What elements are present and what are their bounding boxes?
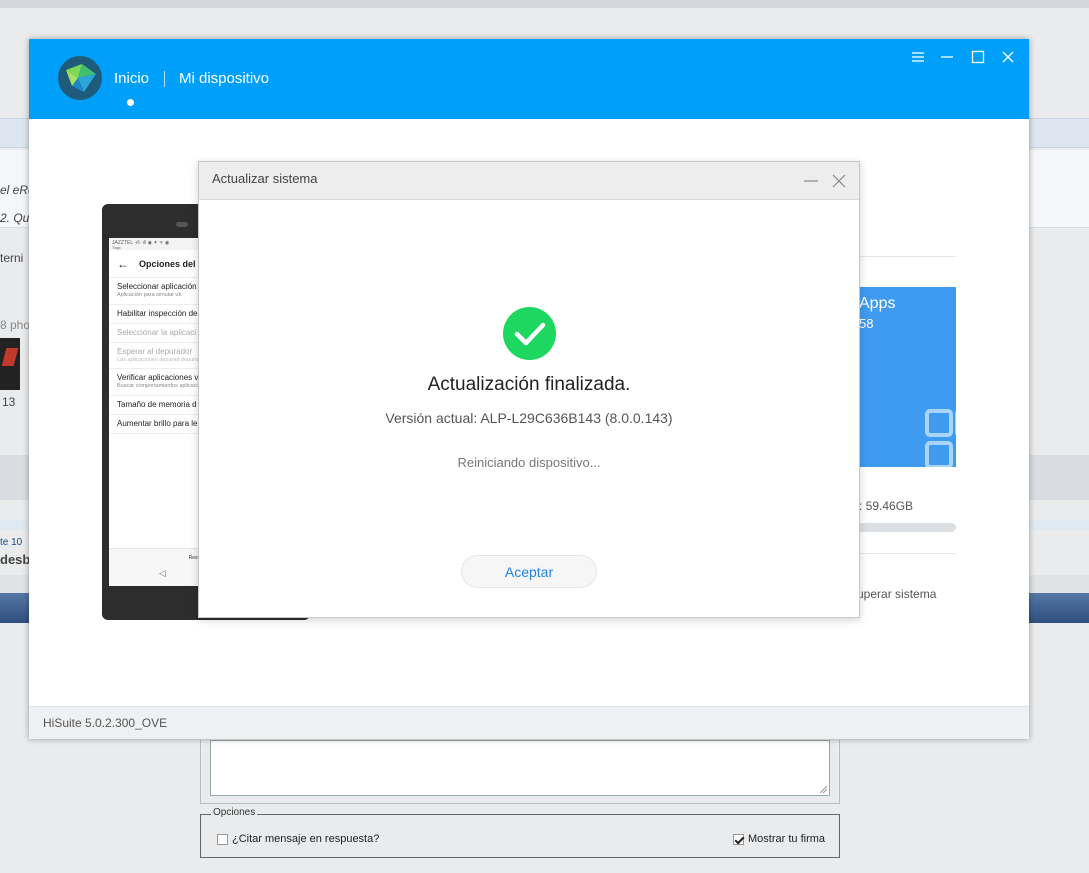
- maximize-icon: [971, 50, 985, 64]
- quote-checkbox[interactable]: [217, 833, 228, 845]
- device-nav-back-icon: ◁: [159, 568, 166, 578]
- device-screen-title-text: Opciones del d: [139, 258, 204, 269]
- hisuite-header: Inicio Mi dispositivo: [29, 39, 1029, 119]
- resize-grip-icon[interactable]: [819, 785, 827, 793]
- close-icon: [832, 174, 846, 188]
- active-tab-indicator: [127, 99, 134, 106]
- minimize-icon: [941, 56, 953, 58]
- storage-label: : 59.46GB: [859, 499, 914, 513]
- update-system-dialog: Actualizar sistema Actualización finaliz…: [198, 161, 860, 618]
- phone-thumbnail-image[interactable]: [0, 338, 20, 390]
- version-label: HiSuite 5.0.2.300_OVE: [43, 716, 168, 730]
- close-window-button[interactable]: [1000, 49, 1016, 65]
- success-check-icon: [503, 307, 556, 360]
- signature-option[interactable]: Mostrar tu firma: [733, 833, 825, 845]
- accept-button[interactable]: Aceptar: [461, 555, 597, 588]
- hisuite-footer: HiSuite 5.0.2.300_OVE: [29, 706, 1029, 739]
- close-icon: [1002, 51, 1014, 63]
- nav-tab-home[interactable]: Inicio: [114, 70, 149, 87]
- update-status-heading: Actualización finalizada.: [427, 374, 631, 395]
- reply-editor-textarea[interactable]: [210, 740, 830, 796]
- menu-icon: [912, 52, 924, 62]
- dialog-close-button[interactable]: [831, 172, 847, 190]
- phone-speaker: [176, 222, 188, 227]
- quote-label: ¿Citar mensaje en respuesta?: [232, 833, 380, 845]
- hisuite-logo-icon: [58, 56, 102, 100]
- back-arrow-icon: ←: [117, 256, 129, 271]
- minimize-icon: [804, 180, 818, 182]
- apps-tile-count: 58: [859, 316, 874, 331]
- page-text-snippet: te 10: [0, 537, 23, 548]
- page-text-snippet: desb: [0, 552, 31, 567]
- dialog-title: Actualizar sistema: [212, 171, 318, 186]
- restarting-text: Reiniciando dispositivo...: [457, 455, 601, 470]
- options-legend: Opciones: [211, 807, 258, 818]
- options-fieldset: Opciones ¿Citar mensaje en respuesta? Mo…: [200, 807, 840, 858]
- apps-grid-icon: [925, 409, 956, 467]
- panel-divider: [855, 553, 956, 554]
- apps-tile[interactable]: Apps 58: [855, 287, 956, 467]
- browser-top-strip: [0, 0, 1089, 8]
- quote-option[interactable]: ¿Citar mensaje en respuesta?: [217, 833, 379, 845]
- nav-separator: [164, 71, 165, 87]
- apps-tile-title: Apps: [859, 295, 896, 312]
- current-version-text: Versión actual: ALP-L29C636B143 (8.0.0.1…: [385, 410, 673, 426]
- maximize-button[interactable]: [970, 49, 986, 65]
- page-text-snippet: 13: [2, 395, 16, 409]
- panel-divider: [855, 256, 956, 257]
- recover-system-link[interactable]: uperar sistema: [857, 587, 936, 601]
- storage-bar: [855, 523, 956, 532]
- dialog-titlebar: Actualizar sistema: [199, 162, 859, 200]
- signature-label: Mostrar tu firma: [748, 833, 826, 845]
- nav-tab-my-device[interactable]: Mi dispositivo: [179, 70, 269, 87]
- page-text-snippet: terni: [0, 251, 24, 265]
- menu-button[interactable]: [910, 49, 926, 65]
- minimize-button[interactable]: [939, 49, 955, 65]
- dialog-minimize-button[interactable]: [803, 172, 819, 190]
- signature-checkbox[interactable]: [733, 833, 744, 845]
